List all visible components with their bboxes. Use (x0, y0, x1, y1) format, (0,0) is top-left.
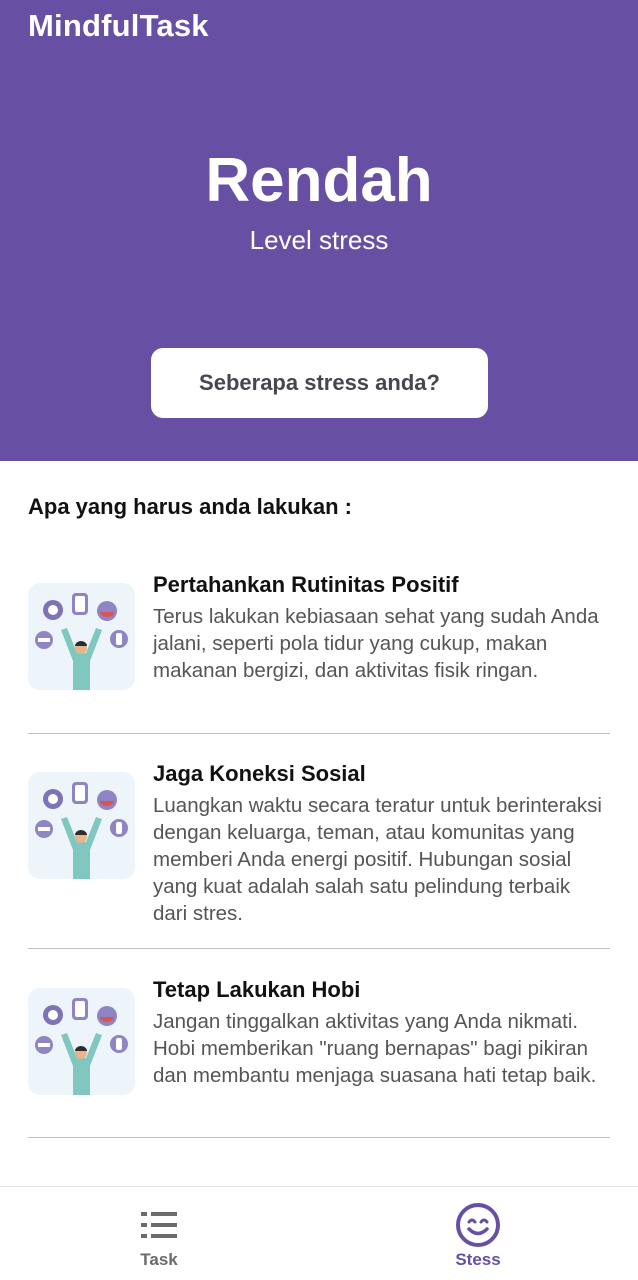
stress-level-label: Level stress (249, 225, 389, 255)
nav-label-task: Task (140, 1250, 178, 1269)
tip-title: Pertahankan Rutinitas Positif (153, 572, 459, 597)
tip-description: Terus lakukan kebiasaan sehat yang sudah… (153, 605, 599, 682)
bottom-navigation: Task Stess (0, 1186, 638, 1280)
tip-item: Tetap Lakukan Hobi Jangan tinggalkan akt… (28, 975, 610, 1125)
divider (28, 1137, 610, 1138)
nav-item-task[interactable]: Task (79, 1187, 239, 1280)
list-icon (141, 1212, 177, 1238)
nav-label-stress: Stess (455, 1250, 501, 1269)
divider (28, 948, 610, 949)
tip-title: Jaga Koneksi Sosial (153, 761, 366, 786)
juggling-person-icon (35, 782, 128, 879)
tip-description: Jangan tinggalkan aktivitas yang Anda ni… (153, 1010, 597, 1087)
section-title: Apa yang harus anda lakukan : (28, 494, 352, 519)
juggling-person-illustration (28, 583, 135, 690)
nav-item-stress[interactable]: Stess (398, 1187, 558, 1280)
tip-description: Luangkan waktu secara teratur untuk beri… (153, 794, 602, 925)
divider (28, 733, 610, 734)
juggling-person-illustration (28, 772, 135, 879)
check-stress-button[interactable]: Seberapa stress anda? (151, 348, 488, 418)
smile-icon (456, 1203, 500, 1247)
tip-item: Pertahankan Rutinitas Positif Terus laku… (28, 570, 610, 720)
juggling-person-icon (35, 593, 128, 690)
stress-level-value: Rendah (205, 146, 433, 215)
stress-header: MindfulTask Rendah Level stress Seberapa… (0, 0, 638, 461)
juggling-person-illustration (28, 988, 135, 1095)
juggling-person-icon (35, 998, 128, 1095)
tip-title: Tetap Lakukan Hobi (153, 977, 361, 1002)
tip-item: Jaga Koneksi Sosial Luangkan waktu secar… (28, 759, 610, 939)
app-title: MindfulTask (28, 8, 209, 43)
